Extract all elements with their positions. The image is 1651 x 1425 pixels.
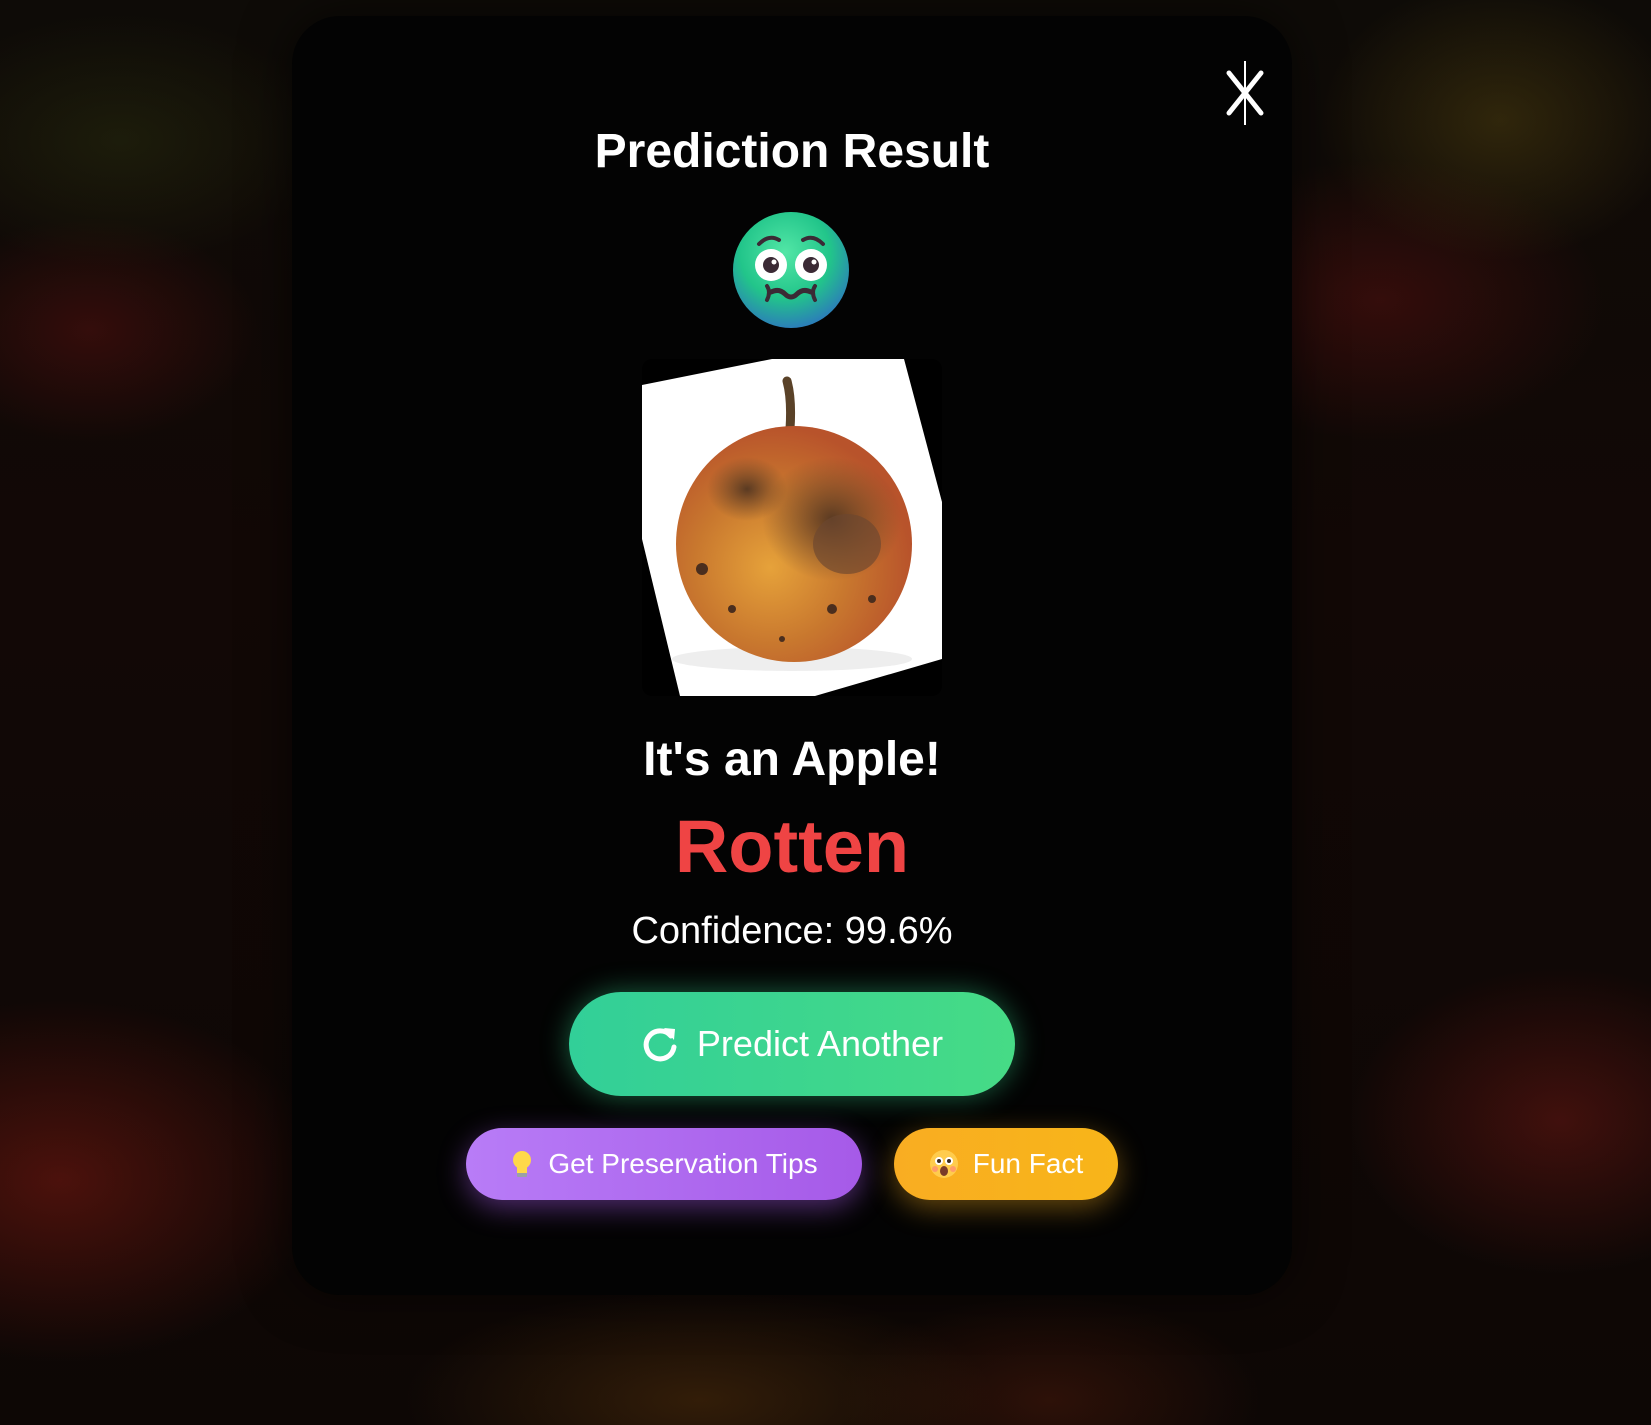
freshness-status: Rotten <box>674 805 910 888</box>
preservation-tips-button[interactable]: Get Preservation Tips <box>466 1128 862 1200</box>
close-icon <box>1226 61 1264 125</box>
prediction-result-modal: Prediction Result It's an Apple! Rotten … <box>292 16 1292 1295</box>
confidence-score: Confidence: 99.6% <box>631 910 953 952</box>
lightbulb-icon <box>510 1149 534 1179</box>
refresh-icon <box>643 1028 677 1062</box>
fun-fact-label: Fun Fact <box>972 1148 1084 1179</box>
close-button[interactable] <box>1219 58 1271 128</box>
nauseated-face-icon <box>729 208 853 332</box>
preservation-tips-label: Get Preservation Tips <box>548 1148 818 1179</box>
predict-another-label: Predict Another <box>696 1023 944 1064</box>
modal-title: Prediction Result <box>594 125 990 178</box>
uploaded-fruit-image <box>642 359 942 696</box>
predict-another-button[interactable]: Predict Another <box>569 992 1015 1096</box>
astonished-face-icon <box>929 1149 959 1179</box>
fruit-label: It's an Apple! <box>643 733 941 786</box>
fun-fact-button[interactable]: Fun Fact <box>894 1128 1118 1200</box>
